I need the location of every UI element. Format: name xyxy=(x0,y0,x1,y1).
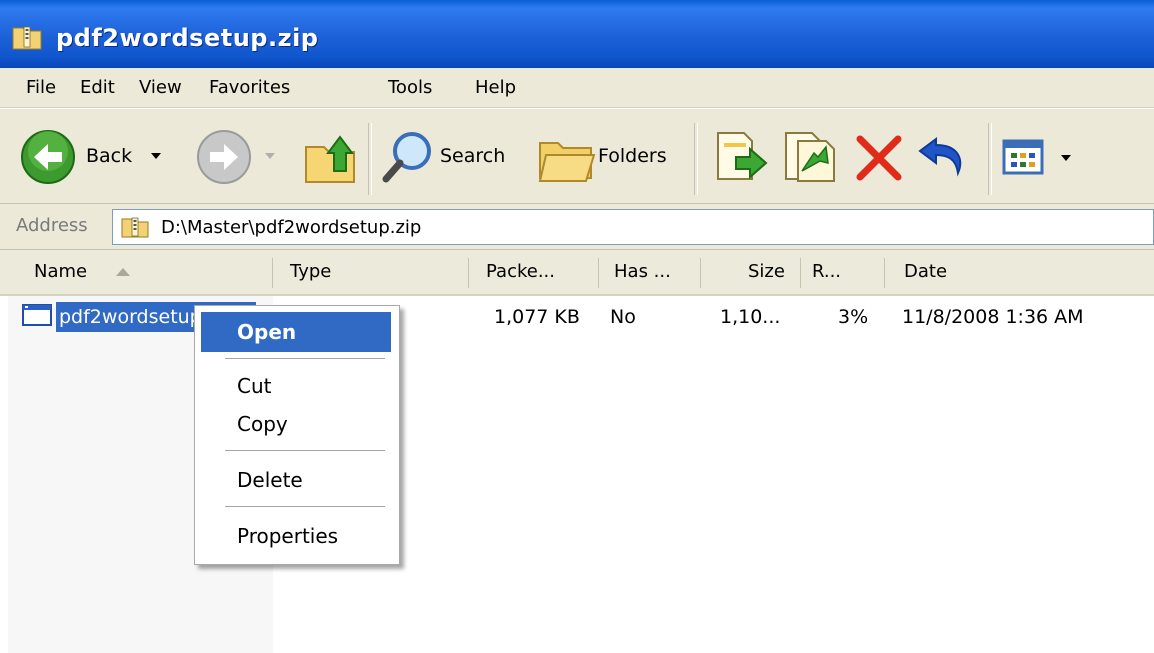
cell-has-password: No xyxy=(610,306,636,328)
column-divider[interactable] xyxy=(468,258,469,288)
menu-separator xyxy=(225,358,385,359)
add-icon[interactable] xyxy=(780,127,842,187)
explorer-window: pdf2wordsetup.zip File Edit View Favorit… xyxy=(0,0,1154,653)
zip-folder-icon xyxy=(121,217,149,238)
search-icon[interactable] xyxy=(378,127,436,187)
address-bar: Address D:\Master\pdf2wordsetup.zip xyxy=(0,204,1154,250)
file-list[interactable]: pdf2wordsetup 1,077 KB No 1,10... 3% 11/… xyxy=(0,296,1154,653)
address-path: D:\Master\pdf2wordsetup.zip xyxy=(161,217,422,238)
address-field[interactable]: D:\Master\pdf2wordsetup.zip xyxy=(112,209,1154,245)
column-name[interactable]: Name xyxy=(34,261,87,282)
context-menu-cut[interactable]: Cut xyxy=(201,366,391,406)
menu-edit[interactable]: Edit xyxy=(80,77,115,98)
context-menu-properties[interactable]: Properties xyxy=(201,516,391,556)
cell-packed: 1,077 KB xyxy=(494,306,580,328)
column-divider[interactable] xyxy=(598,258,599,288)
menu-separator xyxy=(225,506,385,507)
column-headers: Name Type Packe... Has ... Size R... Dat… xyxy=(0,250,1154,296)
back-arrow-icon[interactable] xyxy=(20,129,76,185)
column-ratio[interactable]: R... xyxy=(812,261,841,282)
cell-date: 11/8/2008 1:36 AM xyxy=(902,306,1084,328)
cell-ratio: 3% xyxy=(838,306,869,328)
menu-help[interactable]: Help xyxy=(475,77,516,98)
context-menu-delete[interactable]: Delete xyxy=(201,460,391,500)
extract-icon[interactable] xyxy=(710,127,772,187)
delete-icon[interactable] xyxy=(852,131,906,185)
column-divider[interactable] xyxy=(272,258,273,288)
column-has-password[interactable]: Has ... xyxy=(614,261,671,282)
toolbar: Back Search Folders xyxy=(0,108,1154,204)
menu-tools[interactable]: Tools xyxy=(388,77,432,98)
column-packed[interactable]: Packe... xyxy=(486,261,555,282)
address-label: Address xyxy=(16,215,88,236)
folders-label[interactable]: Folders xyxy=(598,145,667,167)
zip-folder-icon xyxy=(12,26,42,50)
toolbar-separator xyxy=(368,123,372,195)
context-menu-copy[interactable]: Copy xyxy=(201,404,391,444)
column-date[interactable]: Date xyxy=(904,261,947,282)
forward-dropdown-icon[interactable] xyxy=(264,151,276,161)
cell-size: 1,10... xyxy=(720,306,781,328)
undo-icon[interactable] xyxy=(914,129,974,185)
column-type[interactable]: Type xyxy=(290,261,331,282)
views-dropdown-icon[interactable] xyxy=(1060,153,1072,163)
menu-bar: File Edit View Favorites Tools Help xyxy=(0,68,1154,108)
folders-icon[interactable] xyxy=(536,131,598,185)
forward-arrow-icon[interactable] xyxy=(196,129,252,185)
application-file-icon xyxy=(22,304,52,326)
context-menu: Open Cut Copy Delete Properties xyxy=(194,305,400,565)
menu-favorites[interactable]: Favorites xyxy=(209,77,290,98)
column-divider[interactable] xyxy=(884,258,885,288)
column-divider[interactable] xyxy=(800,258,801,288)
sort-ascending-icon xyxy=(116,268,130,276)
column-divider[interactable] xyxy=(700,258,701,288)
title-bar[interactable]: pdf2wordsetup.zip xyxy=(0,0,1154,68)
search-label[interactable]: Search xyxy=(440,145,505,167)
table-row[interactable]: pdf2wordsetup 1,077 KB No 1,10... 3% 11/… xyxy=(0,296,1154,336)
menu-file[interactable]: File xyxy=(26,77,56,98)
back-label[interactable]: Back xyxy=(86,145,132,167)
toolbar-separator xyxy=(694,123,698,195)
views-icon[interactable] xyxy=(1002,139,1046,177)
toolbar-separator xyxy=(988,123,992,195)
window-title: pdf2wordsetup.zip xyxy=(56,24,319,52)
menu-view[interactable]: View xyxy=(139,77,182,98)
up-folder-icon[interactable] xyxy=(300,129,360,187)
back-dropdown-icon[interactable] xyxy=(150,151,162,161)
menu-separator xyxy=(225,450,385,451)
context-menu-open[interactable]: Open xyxy=(201,312,391,352)
column-size[interactable]: Size xyxy=(748,261,785,282)
